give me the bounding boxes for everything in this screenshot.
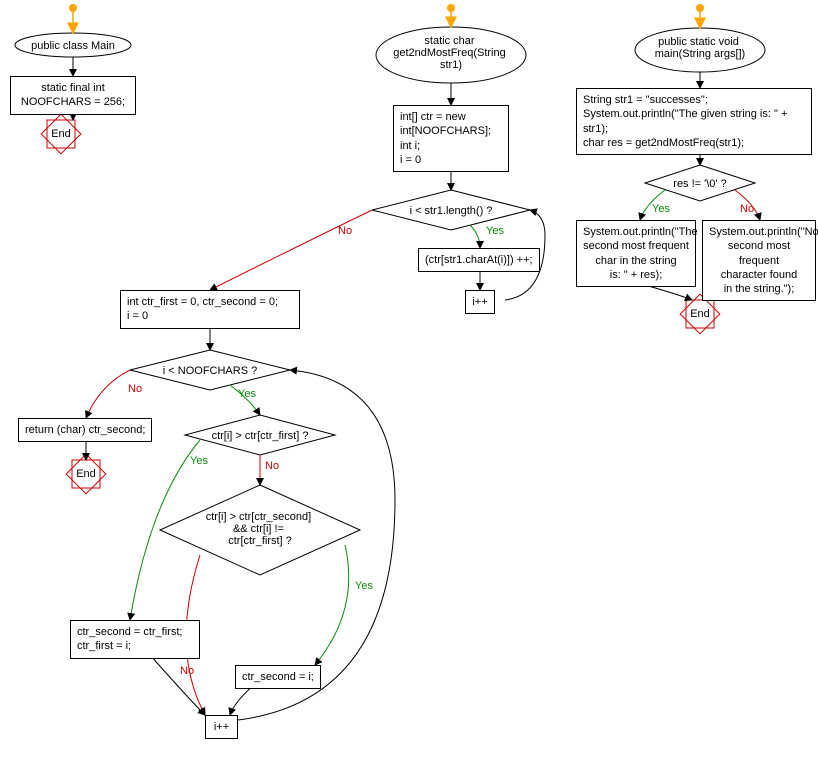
entry-dot-1 xyxy=(69,4,77,12)
arrow-s2-yes1 xyxy=(470,225,480,248)
box-main-body: String str1 = "successes";System.out.pri… xyxy=(576,88,812,155)
box-assign-b: ctr_second = i; xyxy=(235,665,321,689)
arrow-s2-f xyxy=(150,655,205,715)
ellipse-main-method-text: public static void main(String args[]) xyxy=(655,36,745,60)
arrow-s3-no xyxy=(735,190,760,220)
arrow-s2-no2 xyxy=(86,370,130,418)
arrow-s2-yes2 xyxy=(230,385,260,415)
diamond-res-text: res != '\0' ? xyxy=(673,178,726,190)
end-marker-2 xyxy=(66,454,106,494)
entry-dot-2 xyxy=(447,4,455,12)
box-init2: int ctr_first = 0, ctr_second = 0;i = 0 xyxy=(120,290,300,329)
box-ctr-inc: (ctr[str1.charAt(i)]) ++; xyxy=(418,248,540,272)
box-ipp-2: i++ xyxy=(205,715,238,739)
box-return: return (char) ctr_second; xyxy=(18,418,152,442)
arrow-s3-c xyxy=(645,285,692,300)
box-init: int[] ctr = newint[NOOFCHARS];int i;i = … xyxy=(393,105,509,172)
diamond-noof-text: i < NOOFCHARS ? xyxy=(163,365,257,377)
arrow-s2-yes4 xyxy=(315,545,349,665)
box-constant: static final intNOOFCHARS = 256; xyxy=(10,76,136,115)
entry-dot-3 xyxy=(696,4,704,12)
ellipse-main-class-text: public class Main xyxy=(31,40,115,52)
arrow-s2-no1 xyxy=(210,210,372,290)
box-ipp-1: i++ xyxy=(465,290,495,314)
end-marker-1 xyxy=(41,114,81,154)
diamond-first-text: ctr[i] > ctr[ctr_first] ? xyxy=(212,430,309,442)
diamond-len-text: i < str1.length() ? xyxy=(410,205,493,217)
box-print-yes: System.out.println("Thesecond most frequ… xyxy=(576,220,696,287)
arrow-s3-yes xyxy=(640,190,665,220)
box-print-no: System.out.println("Nosecond most freque… xyxy=(702,220,816,301)
box-assign-a: ctr_second = ctr_first;ctr_first = i; xyxy=(70,620,200,659)
